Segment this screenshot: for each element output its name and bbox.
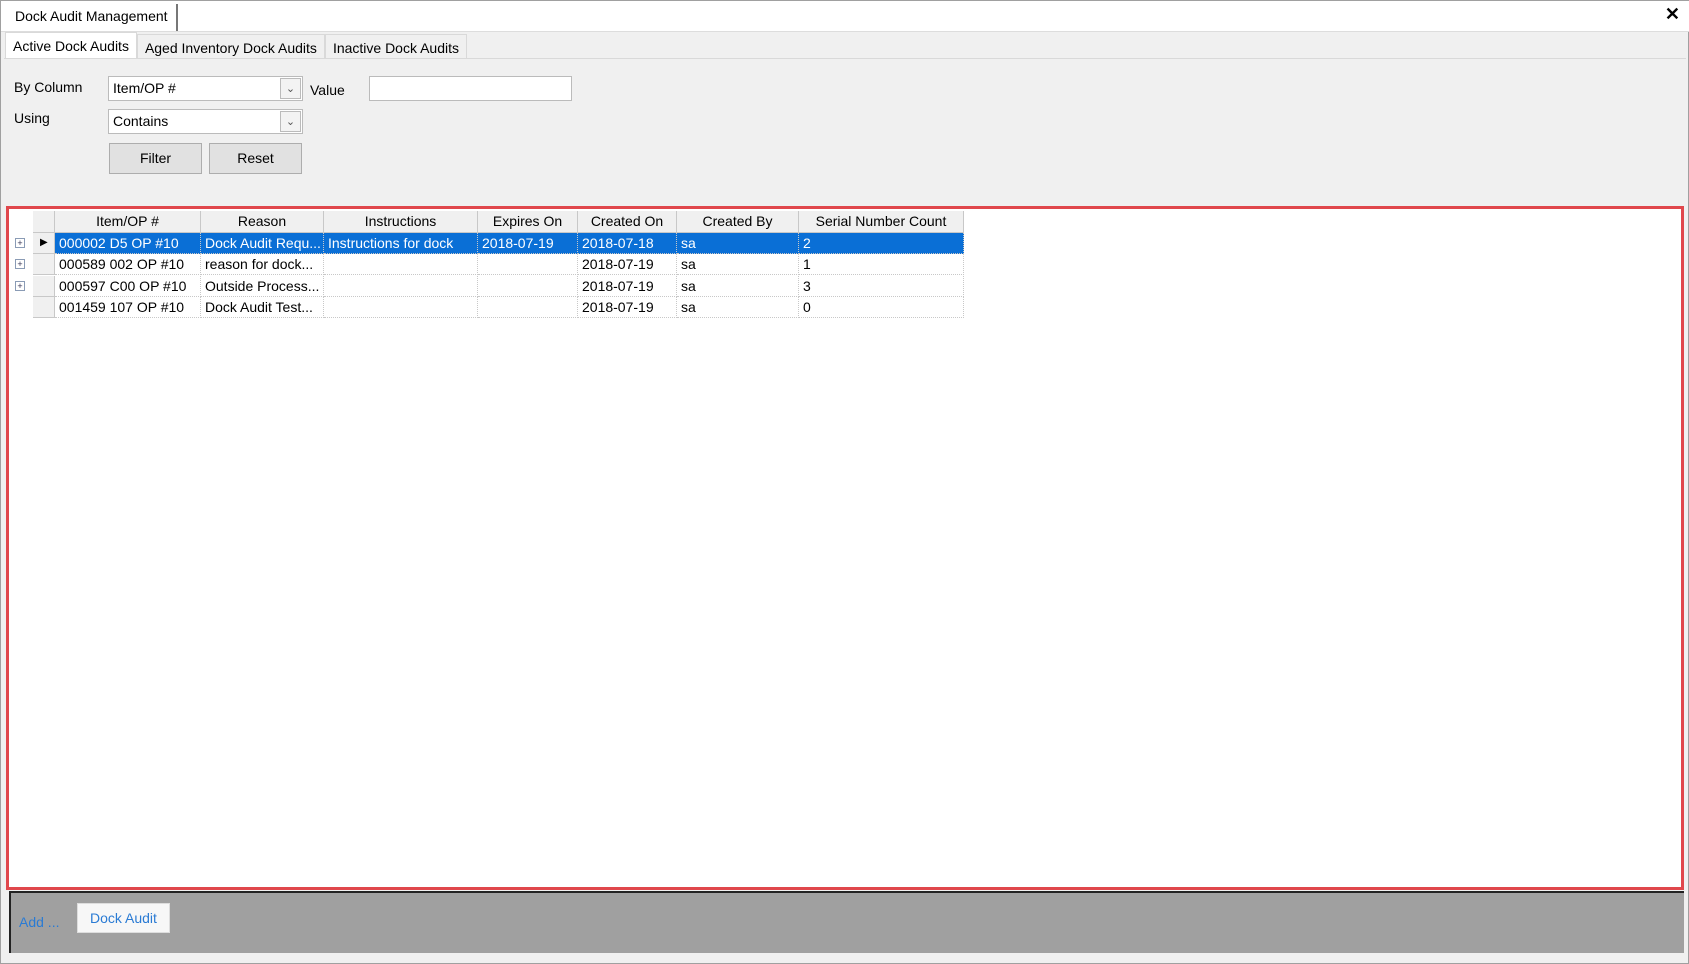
- cell-instructions[interactable]: [324, 296, 478, 318]
- footer-bar: Add ... Dock Audit: [9, 891, 1684, 953]
- cell-serial-number-count[interactable]: 1: [799, 254, 964, 276]
- tab-active-dock-audits[interactable]: Active Dock Audits: [5, 32, 137, 59]
- cell-item-op[interactable]: 000589 002 OP #10: [55, 254, 201, 276]
- row-header-corner: [33, 211, 55, 233]
- column-header-serial-number-count[interactable]: Serial Number Count: [799, 211, 964, 233]
- cell-created-by[interactable]: sa: [677, 296, 799, 318]
- using-value: Contains: [113, 113, 169, 129]
- cell-created-on[interactable]: 2018-07-19: [578, 254, 677, 276]
- add-label: Add ...: [19, 914, 60, 930]
- cell-serial-number-count[interactable]: 0: [799, 296, 964, 318]
- cell-created-by[interactable]: sa: [677, 275, 799, 297]
- by-column-label: By Column: [14, 79, 83, 95]
- cell-reason[interactable]: Dock Audit Requ...: [201, 233, 324, 254]
- cell-item-op[interactable]: 000002 D5 OP #10: [55, 233, 201, 254]
- cell-reason[interactable]: Outside Process...: [201, 275, 324, 297]
- column-header-expires-on[interactable]: Expires On: [478, 211, 578, 233]
- column-header-created-by[interactable]: Created By: [677, 211, 799, 233]
- value-input[interactable]: [369, 76, 572, 101]
- add-dock-audit-button[interactable]: Dock Audit: [77, 903, 170, 933]
- cell-reason[interactable]: Dock Audit Test...: [201, 296, 324, 318]
- tab-inactive-dock-audits[interactable]: Inactive Dock Audits: [324, 34, 467, 59]
- cell-item-op[interactable]: 000597 C00 OP #10: [55, 275, 201, 297]
- filter-button[interactable]: Filter: [109, 143, 202, 174]
- cell-serial-number-count[interactable]: 2: [799, 233, 964, 254]
- cell-expires-on[interactable]: 2018-07-19: [478, 233, 578, 254]
- tab-bar: Active Dock Audits Aged Inventory Dock A…: [5, 32, 467, 59]
- expand-icon[interactable]: +: [15, 238, 25, 248]
- cell-created-by[interactable]: sa: [677, 254, 799, 276]
- close-icon[interactable]: ✕: [1665, 4, 1680, 25]
- tab-aged-inventory-dock-audits[interactable]: Aged Inventory Dock Audits: [136, 34, 325, 59]
- column-header-instructions[interactable]: Instructions: [324, 211, 478, 233]
- chevron-down-icon[interactable]: ⌄: [280, 78, 301, 99]
- expand-icon[interactable]: +: [15, 280, 25, 291]
- cell-created-on[interactable]: 2018-07-18: [578, 233, 677, 254]
- by-column-select[interactable]: Item/OP # ⌄: [108, 76, 303, 101]
- cell-created-on[interactable]: 2018-07-19: [578, 296, 677, 318]
- row-header[interactable]: [33, 275, 55, 297]
- chevron-down-icon[interactable]: ⌄: [280, 111, 301, 132]
- cell-created-on[interactable]: 2018-07-19: [578, 275, 677, 297]
- column-header-item-op[interactable]: Item/OP #: [55, 211, 201, 233]
- reset-button[interactable]: Reset: [209, 143, 302, 174]
- cell-instructions[interactable]: Instructions for dock: [324, 233, 478, 254]
- row-header[interactable]: [33, 296, 55, 318]
- row-header[interactable]: ▶: [33, 233, 55, 254]
- document-tab[interactable]: Dock Audit Management: [7, 4, 178, 31]
- by-column-value: Item/OP #: [113, 80, 176, 96]
- cell-instructions[interactable]: [324, 254, 478, 276]
- value-label: Value: [310, 82, 345, 98]
- expand-icon[interactable]: +: [15, 259, 25, 270]
- cell-created-by[interactable]: sa: [677, 233, 799, 254]
- cell-instructions[interactable]: [324, 275, 478, 297]
- title-bar: [1, 1, 1689, 32]
- cell-expires-on[interactable]: [478, 296, 578, 318]
- using-label: Using: [14, 110, 50, 126]
- cell-expires-on[interactable]: [478, 275, 578, 297]
- using-select[interactable]: Contains ⌄: [108, 109, 303, 134]
- column-header-reason[interactable]: Reason: [201, 211, 324, 233]
- cell-item-op[interactable]: 001459 107 OP #10: [55, 296, 201, 318]
- column-header-created-on[interactable]: Created On: [578, 211, 677, 233]
- cell-serial-number-count[interactable]: 3: [799, 275, 964, 297]
- current-row-icon: ▶: [40, 237, 48, 248]
- dock-audits-grid: Item/OP # Reason Instructions Expires On Cre…: [6, 206, 1684, 890]
- cell-expires-on[interactable]: [478, 254, 578, 276]
- cell-reason[interactable]: reason for dock...: [201, 254, 324, 276]
- row-header[interactable]: [33, 254, 55, 276]
